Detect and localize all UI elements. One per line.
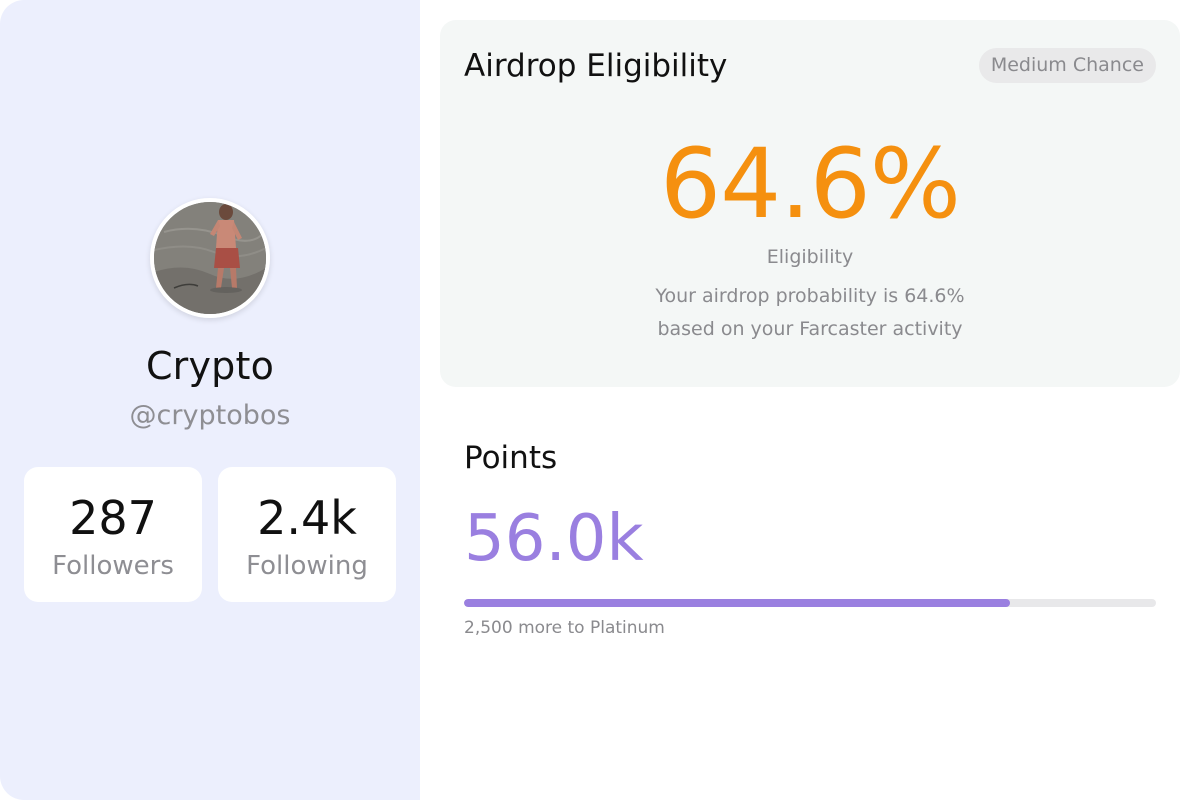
username-handle: @cryptobos — [129, 400, 291, 431]
airdrop-eligibility-card: Airdrop Eligibility Medium Chance 64.6% … — [440, 20, 1180, 387]
profile-photo-icon — [154, 202, 266, 314]
eligibility-title: Airdrop Eligibility — [464, 48, 728, 84]
following-label: Following — [246, 551, 368, 581]
eligibility-description-line-2: based on your Farcaster activity — [657, 318, 963, 340]
followers-count: 287 — [69, 491, 157, 545]
eligibility-description-line-1: Your airdrop probability is 64.6% — [655, 285, 965, 307]
followers-stat-card[interactable]: 287 Followers — [24, 467, 202, 602]
display-name: Crypto — [145, 344, 275, 388]
followers-label: Followers — [52, 551, 174, 581]
following-count: 2.4k — [257, 491, 357, 545]
following-stat-card[interactable]: 2.4k Following — [218, 467, 396, 602]
chance-badge: Medium Chance — [978, 48, 1156, 83]
eligibility-description: Your airdrop probability is 64.6% based … — [440, 280, 1180, 346]
points-progress-caption: 2,500 more to Platinum — [464, 618, 665, 638]
points-value: 56.0k — [464, 502, 644, 576]
points-progress-bar — [464, 599, 1156, 607]
profile-dashboard: Crypto @cryptobos 287 Followers 2.4k Fol… — [0, 0, 1200, 800]
avatar — [150, 198, 270, 318]
profile-sidebar: Crypto @cryptobos 287 Followers 2.4k Fol… — [0, 0, 420, 800]
points-title: Points — [464, 440, 558, 476]
eligibility-percentage: 64.6% — [660, 128, 961, 240]
eligibility-label: Eligibility — [766, 246, 854, 268]
points-progress-fill — [464, 599, 1010, 607]
